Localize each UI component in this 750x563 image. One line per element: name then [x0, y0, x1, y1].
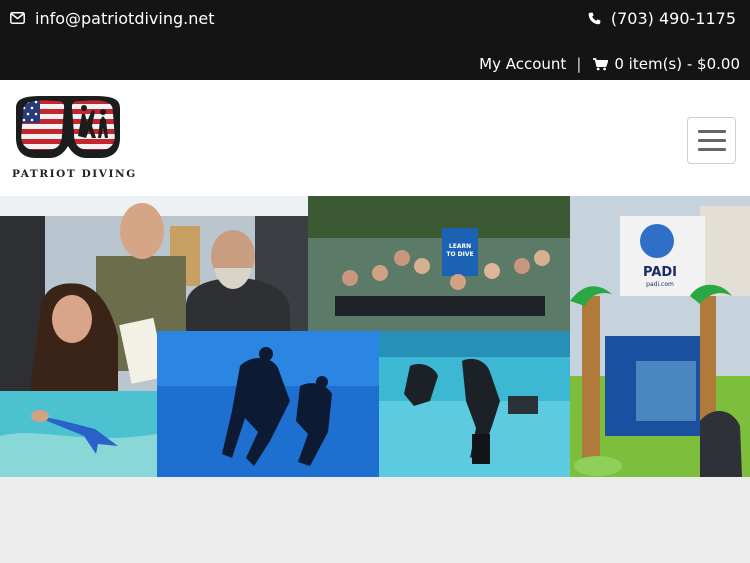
padi-booth-photo: PADI padi.com	[570, 196, 750, 477]
pool-training-photo	[379, 331, 570, 477]
envelope-icon	[10, 12, 25, 24]
my-account-link[interactable]: My Account	[479, 55, 566, 73]
top-bar: info@patriotdiving.net (703) 490-1175 My…	[0, 0, 750, 80]
page-background	[0, 477, 750, 563]
email-text: info@patriotdiving.net	[35, 8, 215, 28]
site-header: PATRIOT DIVING	[0, 80, 750, 196]
phone-text: (703) 490-1175	[610, 8, 736, 28]
separator: |	[576, 55, 582, 73]
padi-label: PADI	[643, 265, 677, 280]
phone-icon	[588, 12, 601, 25]
sign-line-2: TO DIVE	[446, 251, 473, 258]
shopping-cart-icon	[593, 57, 609, 71]
hamburger-menu-button[interactable]	[687, 117, 736, 164]
mermaid-pool-photo	[0, 391, 157, 477]
email-link[interactable]: info@patriotdiving.net	[10, 8, 214, 28]
hamburger-menu-icon-line-bottom	[697, 148, 726, 151]
cart-link[interactable]: 0 item(s) - $0.00	[593, 55, 740, 73]
logo[interactable]: PATRIOT DIVING	[12, 96, 137, 180]
cart-summary: 0 item(s) - $0.00	[614, 55, 740, 73]
hamburger-menu-icon-line-middle	[697, 139, 726, 142]
phone-link[interactable]: (703) 490-1175	[588, 8, 736, 28]
dive-mask-logo-icon	[16, 96, 120, 158]
scuba-divers-photo	[157, 331, 379, 477]
account-bar: My Account | 0 item(s) - $0.00	[479, 55, 740, 73]
padi-url: padi.com	[646, 281, 674, 288]
logo-text: PATRIOT DIVING	[12, 168, 137, 180]
hamburger-menu-icon-line-top	[697, 130, 726, 133]
pool-group-photo: LEARN TO DIVE	[308, 196, 570, 331]
photo-collage: LEARN TO DIVE PADI padi.com	[0, 196, 750, 477]
sign-line-1: LEARN	[449, 243, 471, 250]
hero-banner: LEARN TO DIVE PADI padi.com	[0, 196, 750, 477]
